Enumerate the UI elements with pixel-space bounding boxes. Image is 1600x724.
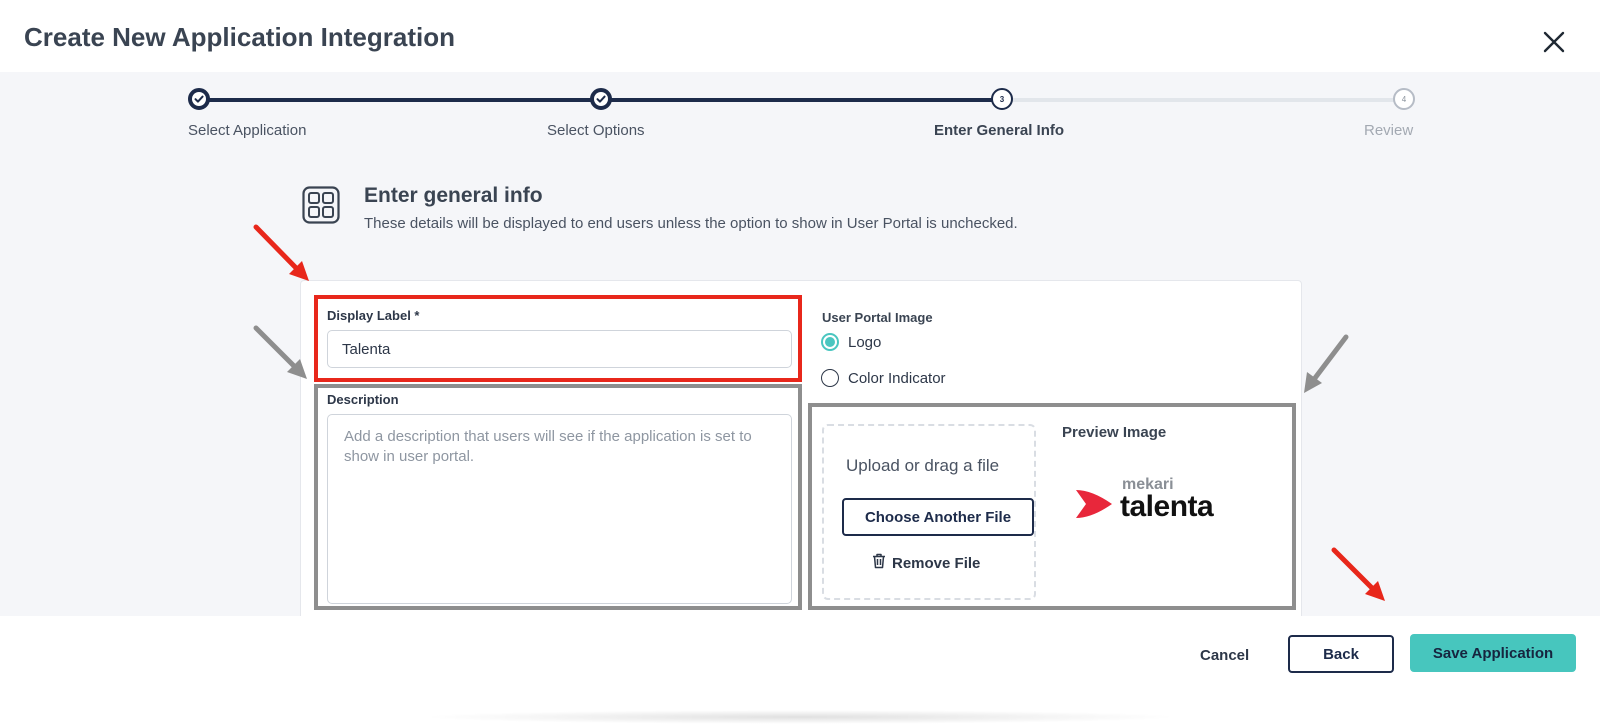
remove-file-label: Remove File xyxy=(892,554,981,572)
display-label-label: Display Label * xyxy=(327,308,420,323)
modal-title: Create New Application Integration xyxy=(24,22,455,52)
trash-icon xyxy=(872,553,886,573)
modal-header: Create New Application Integration xyxy=(0,0,1600,72)
step-1-check-icon xyxy=(188,88,210,110)
step-3-indicator: 3 xyxy=(991,88,1013,110)
display-label-input[interactable] xyxy=(327,330,792,368)
save-application-button[interactable]: Save Application xyxy=(1410,634,1576,672)
description-textarea[interactable]: Add a description that users will see if… xyxy=(327,414,792,604)
logo-radio[interactable] xyxy=(821,333,839,351)
bottom-shadow xyxy=(420,710,1180,724)
step-label-select-application: Select Application xyxy=(188,122,307,139)
step-label-select-options: Select Options xyxy=(547,122,645,139)
description-label: Description xyxy=(327,392,399,407)
section-description: These details will be displayed to end u… xyxy=(364,215,1018,232)
user-portal-image-label: User Portal Image xyxy=(822,310,933,325)
step-4-indicator: 4 xyxy=(1393,88,1415,110)
description-placeholder: Add a description that users will see if… xyxy=(344,428,752,465)
logo-radio-label: Logo xyxy=(848,334,882,351)
cancel-button[interactable]: Cancel xyxy=(1200,640,1249,670)
section-title: Enter general info xyxy=(364,184,543,207)
dropzone-text: Upload or drag a file xyxy=(846,456,1000,475)
talenta-chevron-icon xyxy=(1076,490,1112,518)
logo-text-talenta: talenta xyxy=(1120,490,1214,523)
remove-file-button[interactable]: Remove File xyxy=(872,553,980,573)
step-label-review: Review xyxy=(1364,122,1414,139)
close-icon[interactable] xyxy=(1540,28,1568,56)
back-button[interactable]: Back xyxy=(1288,635,1394,673)
step-label-enter-general-info: Enter General Info xyxy=(934,122,1065,139)
grid-apps-icon xyxy=(302,186,340,224)
modal-body: 3 4 Select Application Select Options En… xyxy=(0,72,1600,616)
preview-image-title: Preview Image xyxy=(1062,424,1167,441)
choose-another-file-button[interactable]: Choose Another File xyxy=(842,498,1034,536)
color-indicator-radio-label: Color Indicator xyxy=(848,370,946,387)
step-2-check-icon xyxy=(590,88,612,110)
talenta-logo: mekari talenta xyxy=(1072,476,1242,530)
color-indicator-radio[interactable] xyxy=(821,369,839,387)
stepper-track-remaining xyxy=(1002,98,1404,102)
